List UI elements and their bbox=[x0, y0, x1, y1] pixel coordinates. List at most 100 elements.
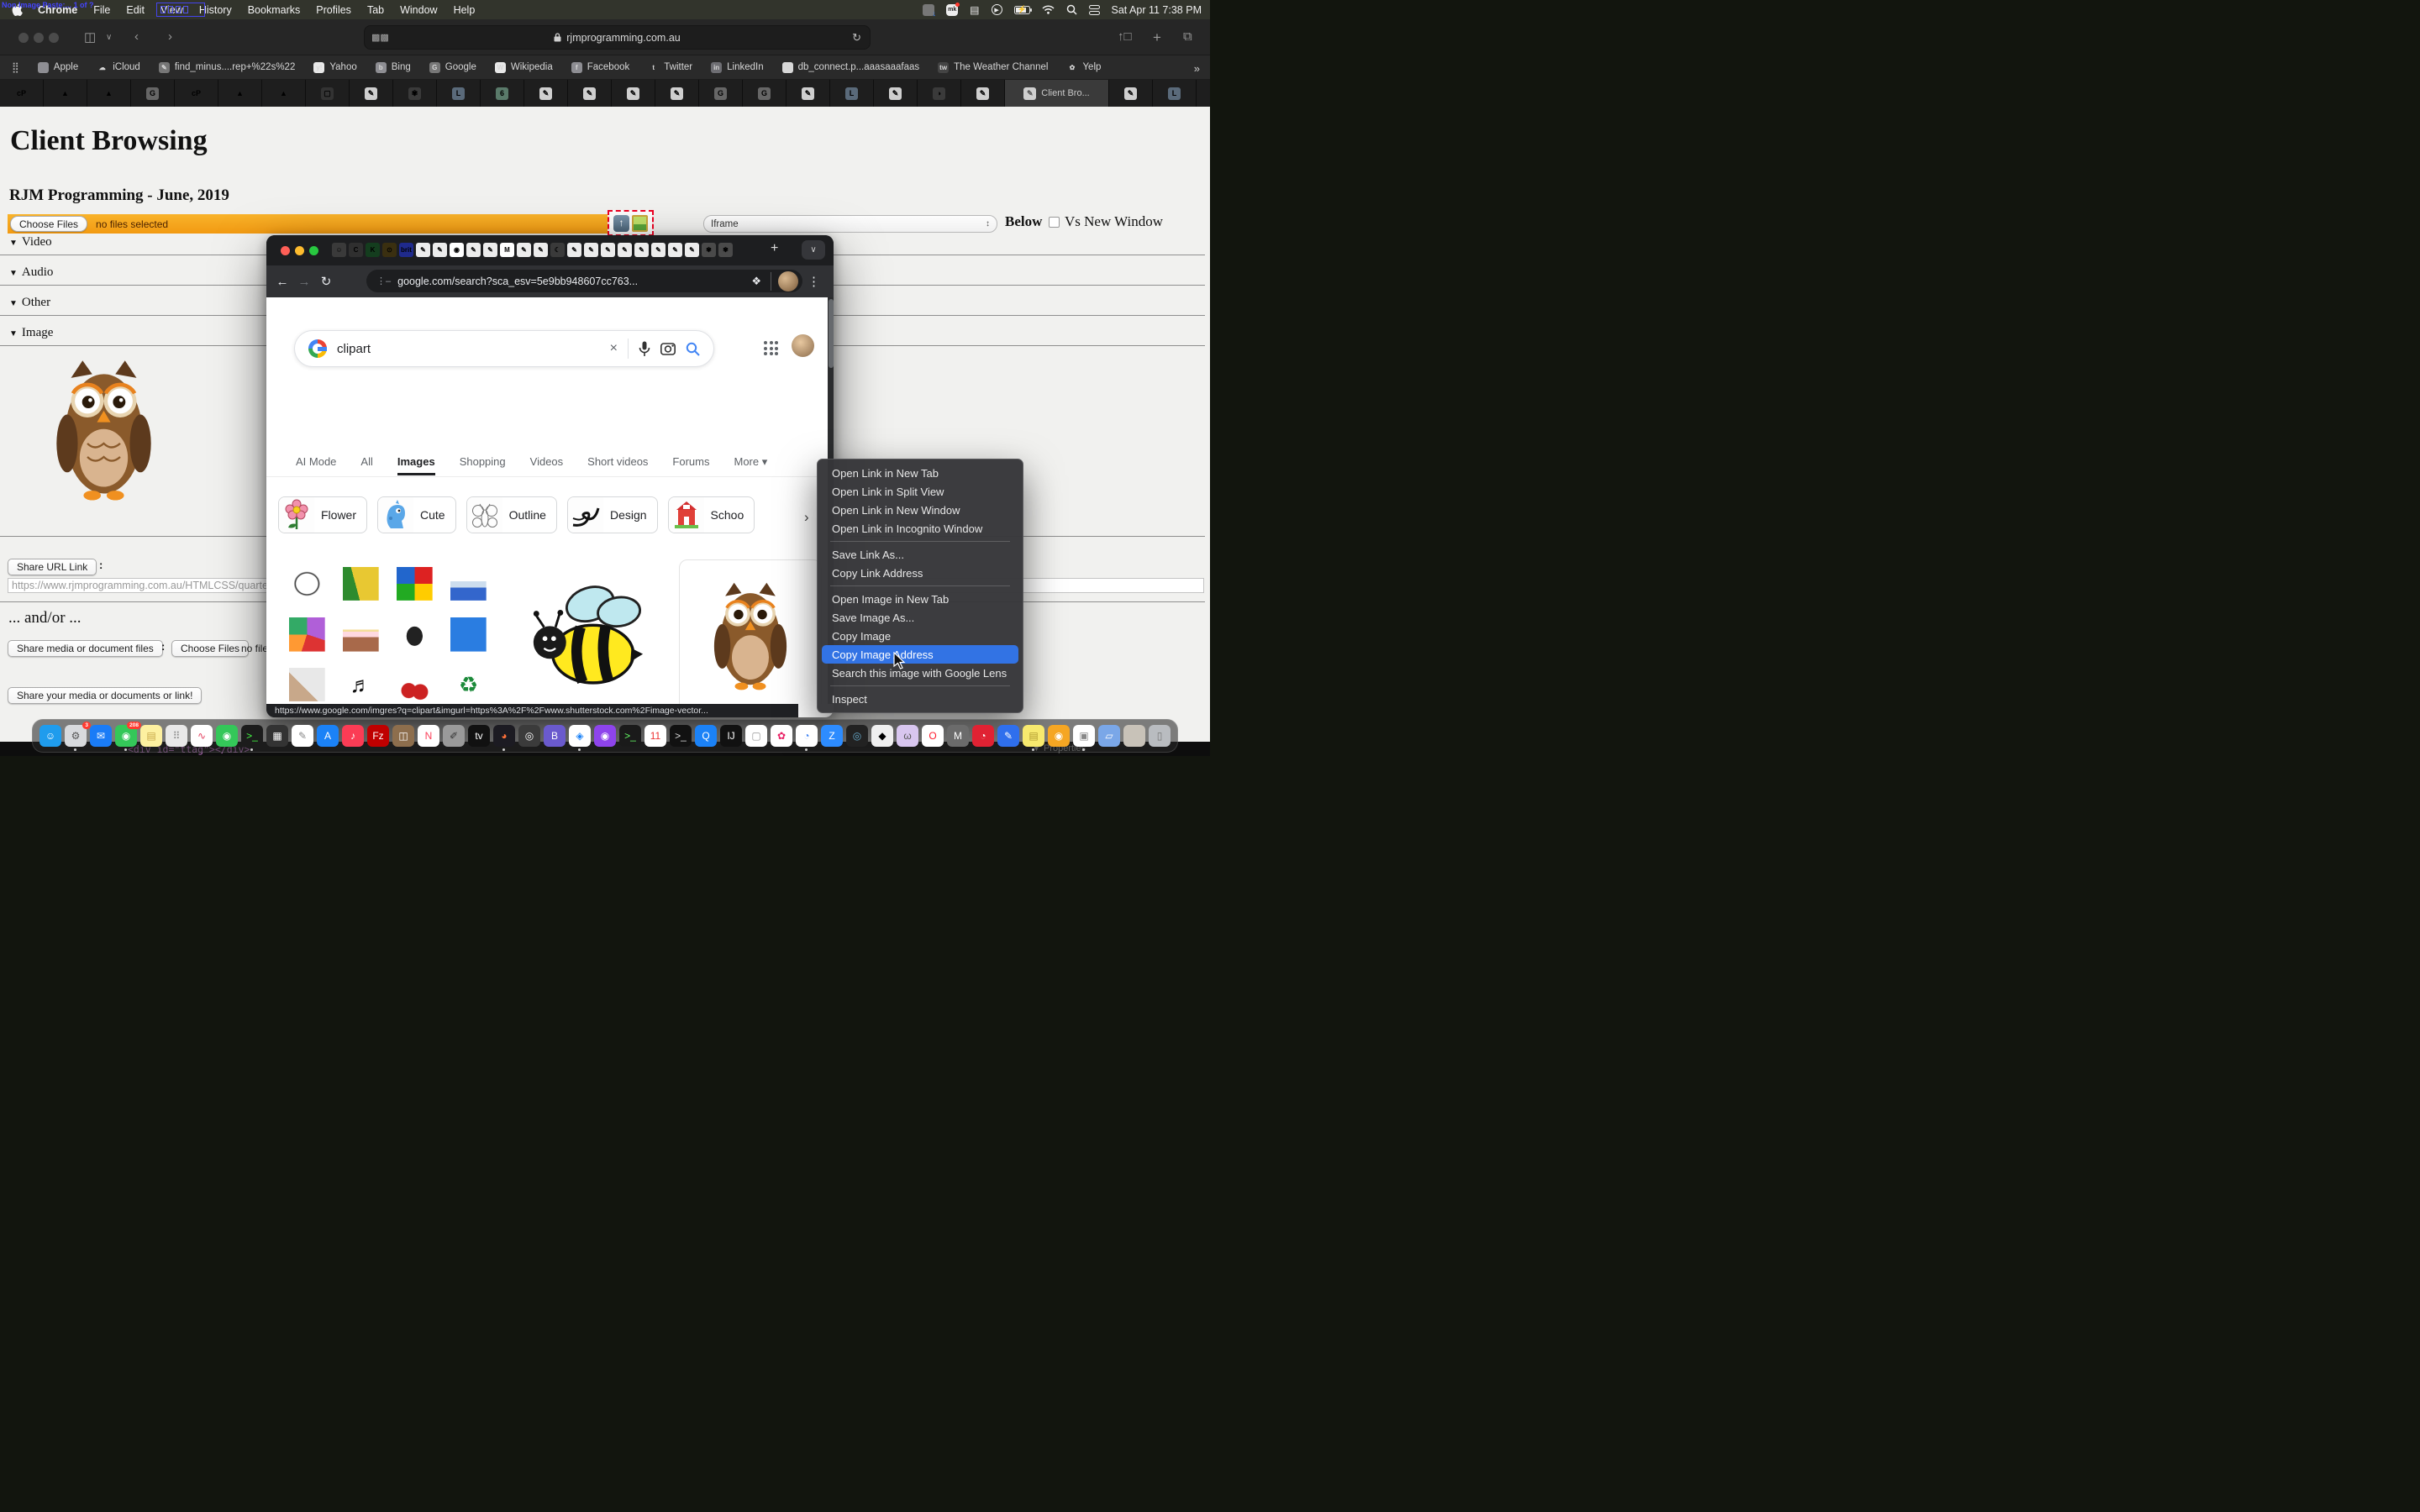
chrome-pinned-tab[interactable]: ✎ bbox=[634, 243, 649, 257]
safari-pinned-tab[interactable]: ✎ bbox=[612, 80, 655, 107]
tab-search-chevron-button[interactable]: ∨ bbox=[802, 240, 825, 260]
safari-pinned-tab[interactable]: ▲ bbox=[44, 80, 87, 107]
share-submit-button[interactable]: Share your media or documents or link! bbox=[8, 687, 202, 704]
dock-app[interactable]: ◎ bbox=[846, 725, 868, 747]
dock-app[interactable]: ◔ bbox=[796, 725, 818, 747]
safari-pinned-tab[interactable]: ◑ bbox=[918, 80, 961, 107]
dock-app[interactable]: ▣ bbox=[1073, 725, 1095, 747]
apps-grid-icon[interactable]: ⣿ bbox=[12, 61, 19, 73]
close-window-button[interactable] bbox=[281, 246, 290, 255]
chrome-pinned-tab[interactable]: brit bbox=[399, 243, 413, 257]
search-query-text[interactable]: clipart bbox=[337, 342, 600, 356]
chrome-pinned-tab[interactable]: ✎ bbox=[668, 243, 682, 257]
safari-pinned-tab[interactable]: ✎ bbox=[524, 80, 568, 107]
bookmark-item[interactable]: tw The Weather Channel bbox=[938, 62, 1048, 73]
safari-pinned-tab[interactable]: ✎ bbox=[350, 80, 393, 107]
google-profile-avatar[interactable] bbox=[792, 334, 814, 357]
dock-app[interactable]: ▢ bbox=[745, 725, 767, 747]
menu-window[interactable]: Window bbox=[400, 4, 437, 16]
omnibox[interactable]: ⋮– google.com/search?sca_esv=5e9bb948607… bbox=[366, 270, 802, 292]
extensions-icon[interactable]: ❖ bbox=[751, 275, 761, 288]
safari-pinned-tab[interactable]: ▲ bbox=[218, 80, 262, 107]
menu-item-open-link-new-window[interactable]: Open Link in New Window bbox=[822, 501, 1018, 519]
chrome-pinned-tab[interactable]: C bbox=[349, 243, 363, 257]
dock-app[interactable]: tv bbox=[468, 725, 490, 747]
share-icon[interactable]: ↑□ bbox=[1118, 29, 1132, 44]
menu-dots-icon[interactable]: ⋮ bbox=[808, 274, 820, 289]
owl-clipart-image[interactable] bbox=[55, 359, 152, 503]
chrome-pinned-tab[interactable]: ✾ bbox=[718, 243, 733, 257]
chip-cute[interactable]: Cute bbox=[377, 496, 456, 533]
spotlight-icon[interactable] bbox=[1066, 4, 1077, 15]
dock-app[interactable]: ◈ bbox=[569, 725, 591, 747]
reload-icon[interactable]: ↻ bbox=[315, 274, 337, 289]
reload-icon[interactable]: ↻ bbox=[852, 31, 861, 45]
safari-pinned-tab[interactable]: ✎ bbox=[1109, 80, 1153, 107]
safari-active-tab[interactable]: ✎ Client Bro... bbox=[1005, 80, 1109, 107]
chrome-pinned-tab[interactable]: ✎ bbox=[466, 243, 481, 257]
menu-bookmarks[interactable]: Bookmarks bbox=[248, 4, 301, 16]
dock-app[interactable]: M bbox=[947, 725, 969, 747]
minimize-window-button[interactable] bbox=[295, 246, 304, 255]
chrome-pinned-tab[interactable]: ⊙ bbox=[382, 243, 397, 257]
safari-pinned-tab[interactable]: G bbox=[743, 80, 786, 107]
menu-item-open-link-incognito[interactable]: Open Link in Incognito Window bbox=[822, 519, 1018, 538]
new-tab-button[interactable]: + bbox=[771, 241, 778, 256]
safari-pinned-tab[interactable]: ✎ bbox=[786, 80, 830, 107]
dock-app[interactable]: ▱ bbox=[1098, 725, 1120, 747]
tabs-overview-icon[interactable]: ⧉ bbox=[1183, 29, 1192, 44]
safari-pinned-tab[interactable]: ✾ bbox=[393, 80, 437, 107]
safari-pinned-tab[interactable]: G bbox=[699, 80, 743, 107]
meeter-icon[interactable]: mk bbox=[946, 4, 958, 16]
menu-help[interactable]: Help bbox=[454, 4, 476, 16]
bookmark-item[interactable]: Apple bbox=[38, 62, 78, 73]
zoom-window-button[interactable] bbox=[49, 33, 59, 43]
result-image-owl[interactable] bbox=[679, 559, 822, 704]
bookmark-item[interactable]: ☁ iCloud bbox=[97, 62, 140, 73]
battery-icon[interactable]: ⚡ bbox=[1014, 6, 1030, 14]
menu-item-open-link-new-tab[interactable]: Open Link in New Tab bbox=[822, 464, 1018, 482]
tab-ai-mode[interactable]: AI Mode bbox=[296, 455, 336, 468]
zoom-window-button[interactable] bbox=[309, 246, 318, 255]
dock-app[interactable]: IJ bbox=[720, 725, 742, 747]
clear-icon[interactable]: × bbox=[610, 341, 618, 356]
dock-app[interactable]: 11 bbox=[644, 725, 666, 747]
dock-app[interactable]: ✿ bbox=[771, 725, 792, 747]
chrome-pinned-tab[interactable]: ✎ bbox=[584, 243, 598, 257]
dock-app[interactable]: ▦ bbox=[266, 725, 288, 747]
play-circle-icon[interactable]: ▶ bbox=[992, 4, 1002, 15]
tab-more[interactable]: More ▾ bbox=[734, 455, 767, 469]
back-icon[interactable]: ‹ bbox=[134, 29, 139, 44]
bookmark-item[interactable]: G Google bbox=[429, 62, 476, 73]
dock-app[interactable]: ◕ bbox=[493, 725, 515, 747]
tab-overview-icon[interactable]: ▩▩ bbox=[371, 32, 389, 43]
menu-item-open-link-split-view[interactable]: Open Link in Split View bbox=[822, 482, 1018, 501]
sidebar-icon[interactable]: ◫ bbox=[84, 29, 96, 45]
dock-app[interactable]: O bbox=[922, 725, 944, 747]
section-video[interactable]: ▼Video bbox=[9, 235, 52, 249]
safari-pinned-tab[interactable]: L bbox=[830, 80, 874, 107]
chrome-pinned-tab[interactable]: ✎ bbox=[685, 243, 699, 257]
bookmark-item[interactable]: ✎ db_connect.p...aaasaaafaas bbox=[782, 62, 920, 73]
safari-pinned-tab[interactable]: 6 bbox=[481, 80, 524, 107]
share-url-link-button[interactable]: Share URL Link bbox=[8, 559, 97, 575]
chrome-pinned-tab[interactable]: ✎ bbox=[534, 243, 548, 257]
dock-app[interactable]: ✉ bbox=[90, 725, 112, 747]
dock-app[interactable]: ◉ 208 bbox=[115, 725, 137, 747]
menu-item-open-image-new-tab[interactable]: Open Image in New Tab bbox=[822, 590, 1018, 608]
dock-app[interactable]: ✎ bbox=[292, 725, 313, 747]
safari-pinned-tab[interactable]: L bbox=[437, 80, 481, 107]
tab-shopping[interactable]: Shopping bbox=[460, 455, 506, 468]
dock-app[interactable]: B bbox=[544, 725, 566, 747]
safari-pinned-tab[interactable]: G bbox=[131, 80, 175, 107]
tune-icon[interactable]: ⋮– bbox=[376, 276, 391, 286]
search-icon[interactable] bbox=[686, 342, 700, 356]
dock-app[interactable]: ▯ bbox=[1149, 725, 1171, 747]
dock-app[interactable]: ◉ bbox=[1048, 725, 1070, 747]
dock-app[interactable]: ✎ bbox=[997, 725, 1019, 747]
menu-item-search-google-lens[interactable]: Search this image with Google Lens bbox=[822, 664, 1018, 682]
menubar-clock[interactable]: Sat Apr 11 7:38 PM bbox=[1112, 4, 1202, 16]
app-grid-download-icon[interactable]: ↓ bbox=[923, 4, 934, 16]
menu-tab[interactable]: Tab bbox=[367, 4, 384, 16]
new-tab-icon[interactable]: + bbox=[1153, 29, 1161, 46]
